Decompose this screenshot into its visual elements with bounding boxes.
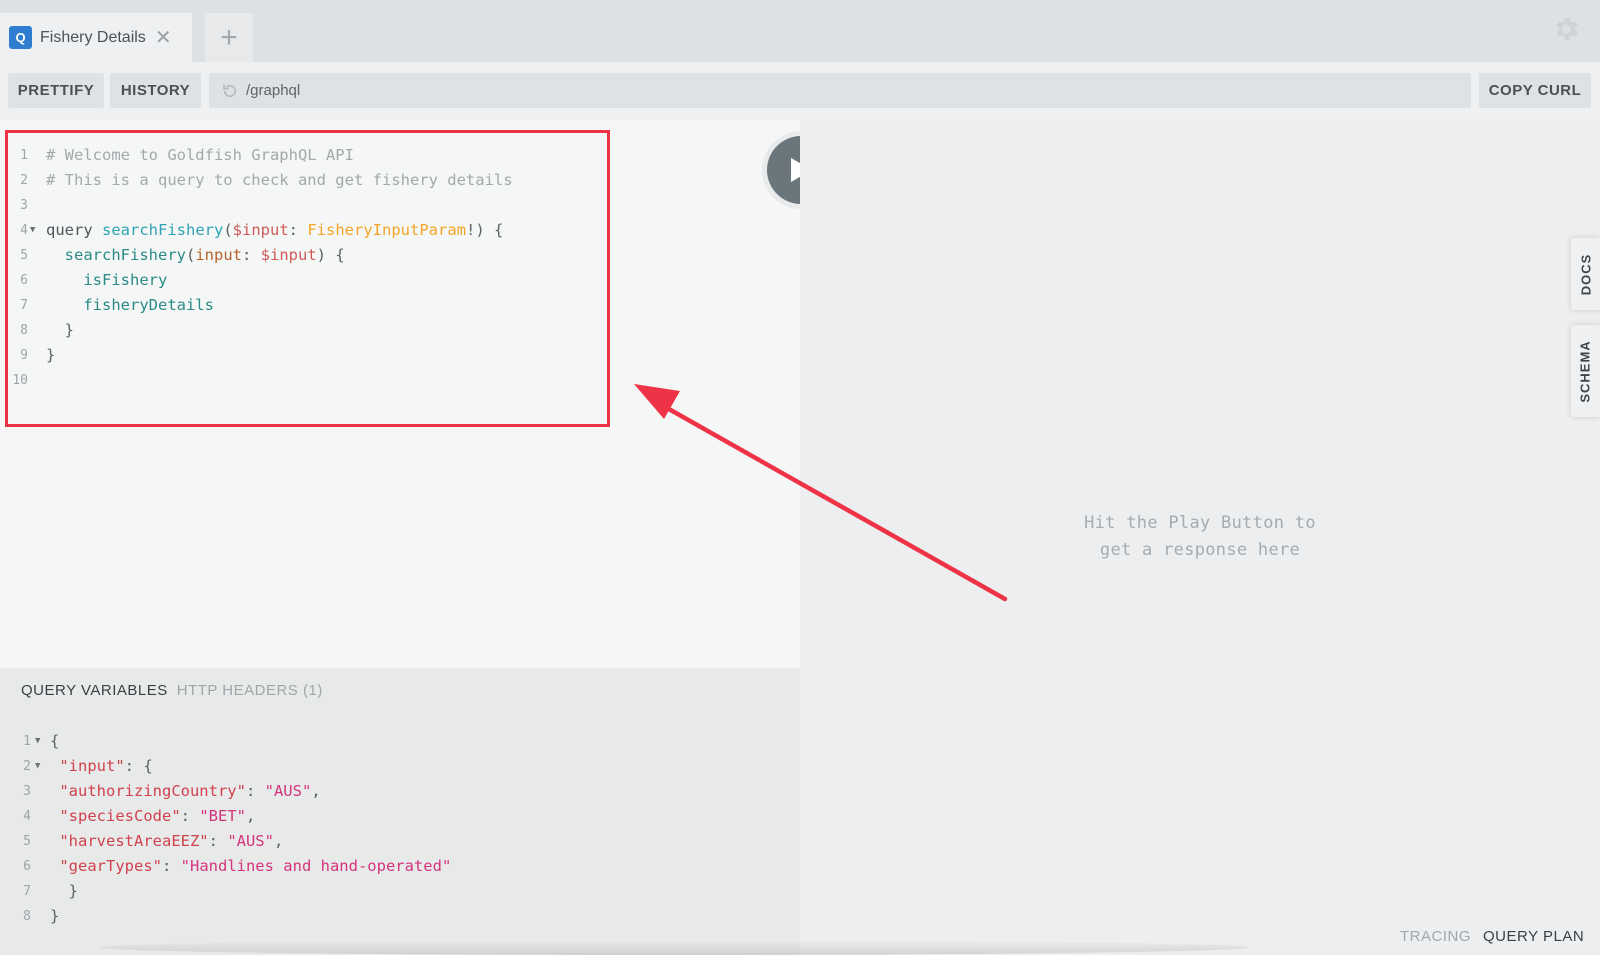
tab-query-variables[interactable]: QUERY VARIABLES: [21, 682, 168, 699]
code-token: "Handlines and hand-operated": [180, 857, 452, 875]
endpoint-url-input[interactable]: /graphql: [209, 73, 1471, 108]
code-token: "speciesCode": [50, 807, 181, 825]
line-number: 2: [23, 759, 31, 774]
docs-tab-label: DOCS: [1578, 253, 1593, 295]
code-token: ,: [246, 807, 256, 825]
code-token: :: [180, 807, 200, 825]
code-token: "harvestAreaEEZ": [50, 832, 209, 850]
add-tab-button[interactable]: +: [205, 13, 253, 62]
response-hint: Hit the Play Button to get a response he…: [1040, 510, 1360, 564]
schema-tab[interactable]: SCHEMA: [1571, 325, 1600, 417]
gear-icon[interactable]: [1551, 14, 1581, 44]
prettify-button[interactable]: PRETTIFY: [8, 73, 104, 108]
reload-icon[interactable]: [221, 82, 239, 100]
code-token: ,: [273, 832, 284, 850]
code-text: {: [50, 729, 59, 754]
bottom-shadow: [100, 940, 1250, 955]
tab-fishery-details[interactable]: Q Fishery Details ✕: [0, 13, 192, 62]
code-text: "authorizingCountry": "AUS",: [50, 779, 321, 804]
query-plan-button[interactable]: QUERY PLAN: [1483, 928, 1584, 945]
code-token: "AUS": [227, 832, 274, 850]
code-token: "authorizingCountry": [50, 782, 246, 800]
schema-tab-label: SCHEMA: [1578, 339, 1593, 403]
fold-arrow-icon[interactable]: ▼: [35, 754, 40, 779]
variables-tabs: QUERY VARIABLES HTTP HEADERS (1): [21, 682, 323, 699]
line-number: 3: [23, 784, 31, 799]
copy-curl-button[interactable]: COPY CURL: [1479, 73, 1591, 108]
docs-tab[interactable]: DOCS: [1571, 238, 1600, 310]
code-text: "gearTypes": "Handlines and hand-operate…: [50, 854, 451, 879]
response-hint-line: Hit the Play Button to: [1084, 513, 1316, 533]
line-number: 7: [23, 884, 31, 899]
code-text: "harvestAreaEEZ": "AUS",: [50, 829, 283, 854]
code-text: }: [50, 904, 59, 929]
tab-title: Fishery Details: [40, 28, 146, 46]
code-token: :: [245, 782, 265, 800]
code-token: : {: [124, 757, 153, 775]
line-number: 5: [23, 834, 31, 849]
annotation-highlight-box: [5, 130, 610, 427]
line-number: 8: [23, 909, 31, 924]
code-token: "AUS": [264, 782, 312, 800]
variables-pane: QUERY VARIABLES HTTP HEADERS (1) 1 ▼ {2 ▼ "i…: [0, 668, 800, 955]
code-token: }: [50, 907, 60, 925]
line-number: 6: [23, 859, 31, 874]
tab-bar: Q Fishery Details ✕ +: [0, 0, 1600, 62]
line-number: 4: [23, 809, 31, 824]
response-hint-line: get a response here: [1099, 540, 1301, 560]
history-button[interactable]: HISTORY: [110, 73, 201, 108]
code-text: "input": {: [50, 754, 153, 779]
fold-arrow-icon[interactable]: ▼: [35, 729, 40, 754]
code-text: }: [50, 879, 78, 904]
code-token: "BET": [199, 807, 246, 825]
graphql-query-icon: Q: [9, 26, 32, 49]
endpoint-url: /graphql: [246, 82, 301, 99]
code-token: ,: [311, 782, 321, 800]
tab-http-headers[interactable]: HTTP HEADERS (1): [177, 682, 323, 699]
code-token: }: [50, 882, 78, 900]
code-text: "speciesCode": "BET",: [50, 804, 255, 829]
code-token: "input": [50, 757, 125, 775]
code-token: "gearTypes": [50, 857, 162, 875]
line-number: 1: [23, 734, 31, 749]
tracing-button[interactable]: TRACING: [1400, 928, 1471, 945]
code-token: :: [161, 857, 181, 875]
code-token: :: [208, 832, 228, 850]
toolbar: PRETTIFY HISTORY /graphql COPY CURL: [0, 62, 1600, 120]
code-token: {: [50, 732, 60, 750]
close-icon[interactable]: ✕: [155, 28, 172, 48]
